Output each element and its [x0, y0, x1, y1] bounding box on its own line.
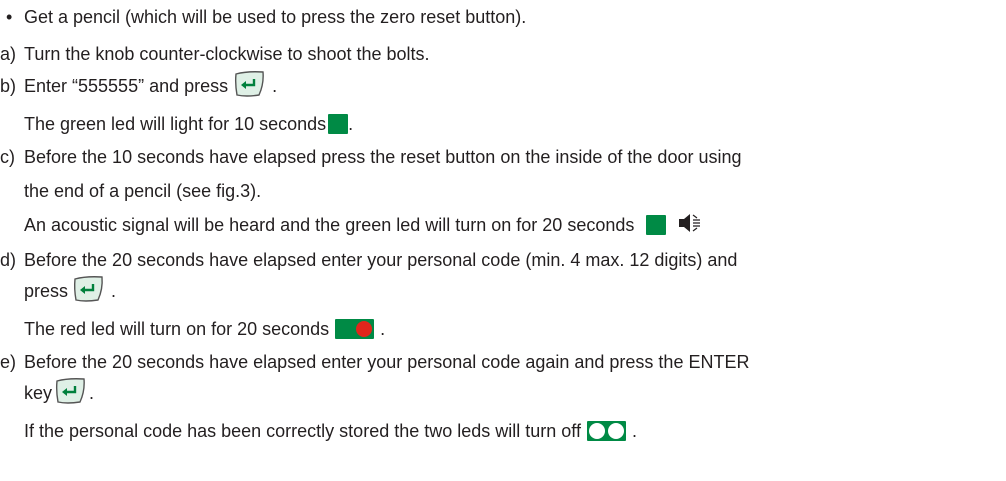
step-e-marker: e)	[0, 352, 17, 372]
bullet-text: Get a pencil (which will be used to pres…	[24, 7, 527, 27]
step-b-line2-end: .	[348, 114, 354, 134]
green-led	[648, 217, 665, 233]
step-c-line2: the end of a pencil (see fig.3).	[0, 178, 261, 204]
step-c: c) Before the 10 seconds have elapsed pr…	[0, 144, 742, 170]
step-d-line3: The red led will turn on for 20 seconds …	[0, 316, 385, 342]
step-b-text: Enter “555555” and press	[24, 76, 229, 96]
step-a: a) Turn the knob counter-clockwise to sh…	[0, 41, 430, 67]
step-d-line3-end: .	[380, 319, 386, 339]
enter-key-icon	[72, 275, 105, 308]
step-b-text-end: .	[272, 76, 278, 96]
step-d-line2-end: .	[111, 281, 117, 301]
step-e-line2: key .	[0, 377, 95, 406]
green-led-icon	[328, 114, 349, 134]
step-d-line2-text: press	[24, 281, 69, 301]
step-e-line1: Before the 20 seconds have elapsed enter…	[24, 352, 750, 372]
step-d-line2: press .	[0, 275, 117, 304]
enter-key-icon	[233, 70, 266, 103]
green-red-leds-icon	[335, 319, 375, 339]
green-led	[330, 116, 347, 132]
step-a-text: Turn the knob counter-clockwise to shoot…	[24, 44, 430, 64]
off-led	[588, 423, 605, 439]
step-b-marker: b)	[0, 76, 17, 96]
instruction-document: • Get a pencil (which will be used to pr…	[0, 0, 1006, 481]
enter-key-icon	[54, 377, 87, 410]
green-led	[337, 321, 354, 337]
step-a-marker: a)	[0, 44, 17, 64]
step-d: d) Before the 20 seconds have elapsed en…	[0, 247, 737, 273]
step-c-line1: Before the 10 seconds have elapsed press…	[24, 147, 742, 167]
step-c-line3-text: An acoustic signal will be heard and the…	[24, 215, 635, 235]
step-d-marker: d)	[0, 250, 17, 270]
step-c-marker: c)	[0, 147, 15, 167]
step-c-line2-text: the end of a pencil (see fig.3).	[24, 181, 262, 201]
green-led-icon	[646, 215, 667, 235]
leds-off-icon	[586, 421, 626, 441]
speaker-icon	[678, 212, 706, 239]
step-e-line3: If the personal code has been correctly …	[0, 418, 637, 444]
bullet-marker: •	[6, 7, 13, 27]
red-led	[356, 321, 373, 337]
step-e-line3-text: If the personal code has been correctly …	[24, 421, 581, 441]
step-e: e) Before the 20 seconds have elapsed en…	[0, 349, 749, 375]
step-b: b) Enter “555555” and press .	[0, 70, 278, 99]
step-b-line2: The green led will light for 10 seconds …	[0, 111, 353, 137]
step-d-line3-text: The red led will turn on for 20 seconds	[24, 319, 330, 339]
off-led	[607, 423, 624, 439]
step-e-line2-text: key	[24, 383, 53, 403]
bullet-item: • Get a pencil (which will be used to pr…	[0, 4, 526, 30]
step-e-line3-end: .	[631, 421, 637, 441]
step-c-line3: An acoustic signal will be heard and the…	[0, 212, 706, 238]
step-e-line2-end: .	[89, 383, 95, 403]
step-b-line2-text: The green led will light for 10 seconds	[24, 114, 327, 134]
step-d-line1: Before the 20 seconds have elapsed enter…	[24, 250, 738, 270]
